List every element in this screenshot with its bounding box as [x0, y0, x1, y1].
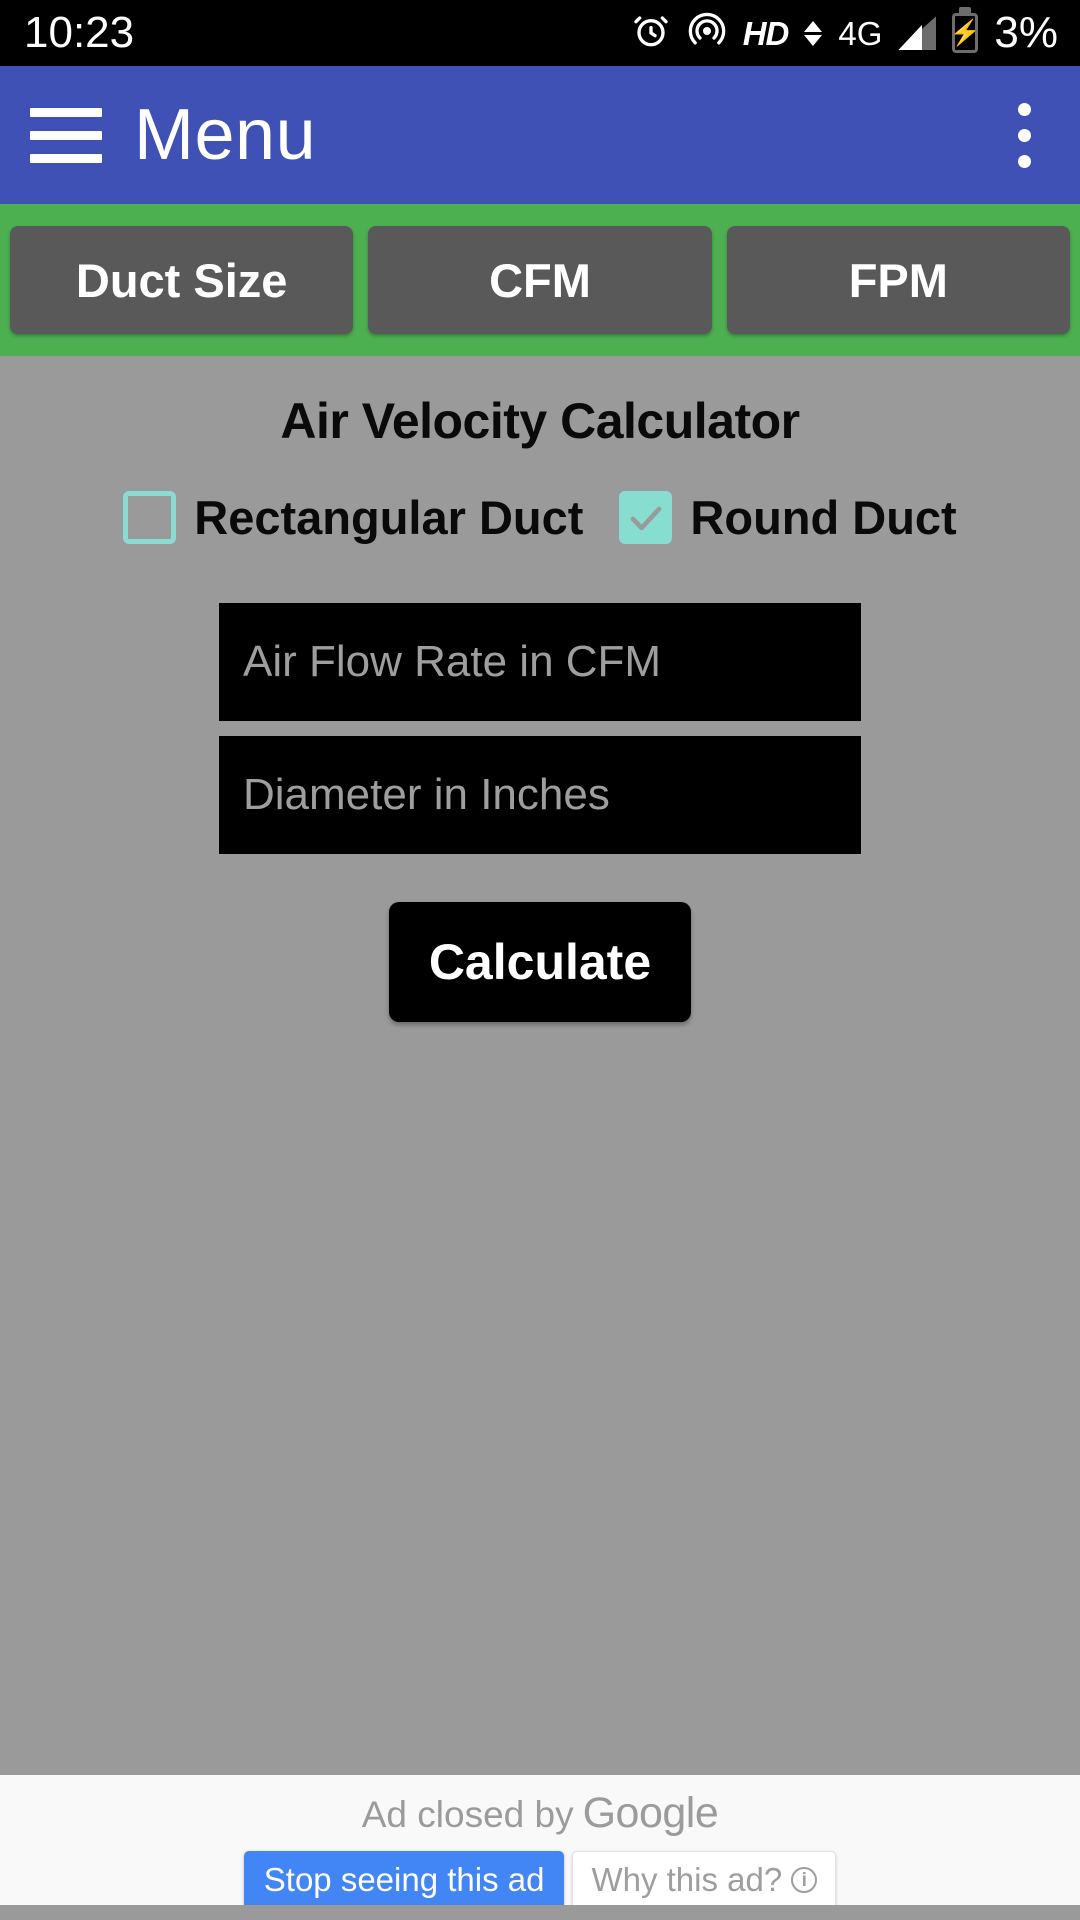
tab-bar: Duct Size CFM FPM [0, 204, 1080, 356]
battery-percent-label: 3% [994, 8, 1058, 57]
why-this-ad-label: Why this ad? [591, 1861, 783, 1898]
checkbox-round-duct-label: Round Duct [690, 491, 957, 544]
phone-screen: 10:23 HD 4G ⚡ 3% Menu Duct Size CFM FPM … [0, 0, 1080, 1920]
calculator-title: Air Velocity Calculator [280, 393, 800, 449]
checkbox-round-duct[interactable]: Round Duct [619, 490, 957, 545]
tab-cfm[interactable]: CFM [368, 226, 712, 334]
hamburger-menu-icon[interactable] [30, 106, 102, 164]
navigation-strip [0, 1905, 1080, 1920]
status-bar: 10:23 HD 4G ⚡ 3% [0, 0, 1080, 66]
ad-actions: Stop seeing this ad Why this ad? i [243, 1851, 837, 1909]
kebab-menu-icon[interactable] [994, 102, 1054, 168]
checkbox-unchecked-icon[interactable] [123, 491, 177, 544]
hotspot-icon [687, 11, 727, 56]
checkbox-rectangular-duct[interactable]: Rectangular Duct [123, 490, 583, 545]
diameter-input[interactable]: Diameter in Inches [219, 736, 861, 854]
hd-icon: HD [742, 14, 790, 52]
info-icon: i [791, 1867, 818, 1893]
checkbox-rectangular-duct-label: Rectangular Duct [194, 491, 584, 544]
page-title: Menu [134, 95, 317, 175]
calculate-button-wrapper: Calculate [0, 902, 1080, 1022]
signal-icon [898, 16, 937, 50]
checkbox-checked-icon[interactable] [619, 491, 673, 544]
tab-fpm[interactable]: FPM [726, 226, 1070, 334]
data-transfer-icon [804, 20, 823, 46]
network-type-label: 4G [838, 14, 883, 52]
duct-type-options: Rectangular Duct Round Duct [0, 490, 1080, 545]
status-clock: 10:23 [24, 8, 135, 57]
ad-closed-text: Ad closed by [361, 1794, 574, 1835]
tab-duct-size[interactable]: Duct Size [10, 226, 354, 334]
airflow-rate-placeholder: Air Flow Rate in CFM [243, 637, 662, 686]
main-content: Air Velocity Calculator Rectangular Duct… [0, 356, 1080, 1775]
google-logo-text: Google [582, 1789, 719, 1837]
stop-seeing-this-ad-button[interactable]: Stop seeing this ad [243, 1851, 565, 1909]
battery-charging-icon: ⚡ [950, 13, 981, 53]
alarm-clock-icon [631, 11, 671, 56]
diameter-placeholder: Diameter in Inches [243, 770, 610, 819]
ad-closed-line: Ad closed by Google [362, 1789, 719, 1838]
ad-footer: Ad closed by Google Stop seeing this ad … [0, 1775, 1080, 1909]
why-this-ad-button[interactable]: Why this ad? i [572, 1851, 837, 1909]
status-icons: HD 4G ⚡ 3% [631, 11, 1058, 56]
calculate-button[interactable]: Calculate [388, 902, 692, 1022]
app-bar: Menu [0, 66, 1080, 204]
airflow-rate-input[interactable]: Air Flow Rate in CFM [219, 603, 861, 721]
